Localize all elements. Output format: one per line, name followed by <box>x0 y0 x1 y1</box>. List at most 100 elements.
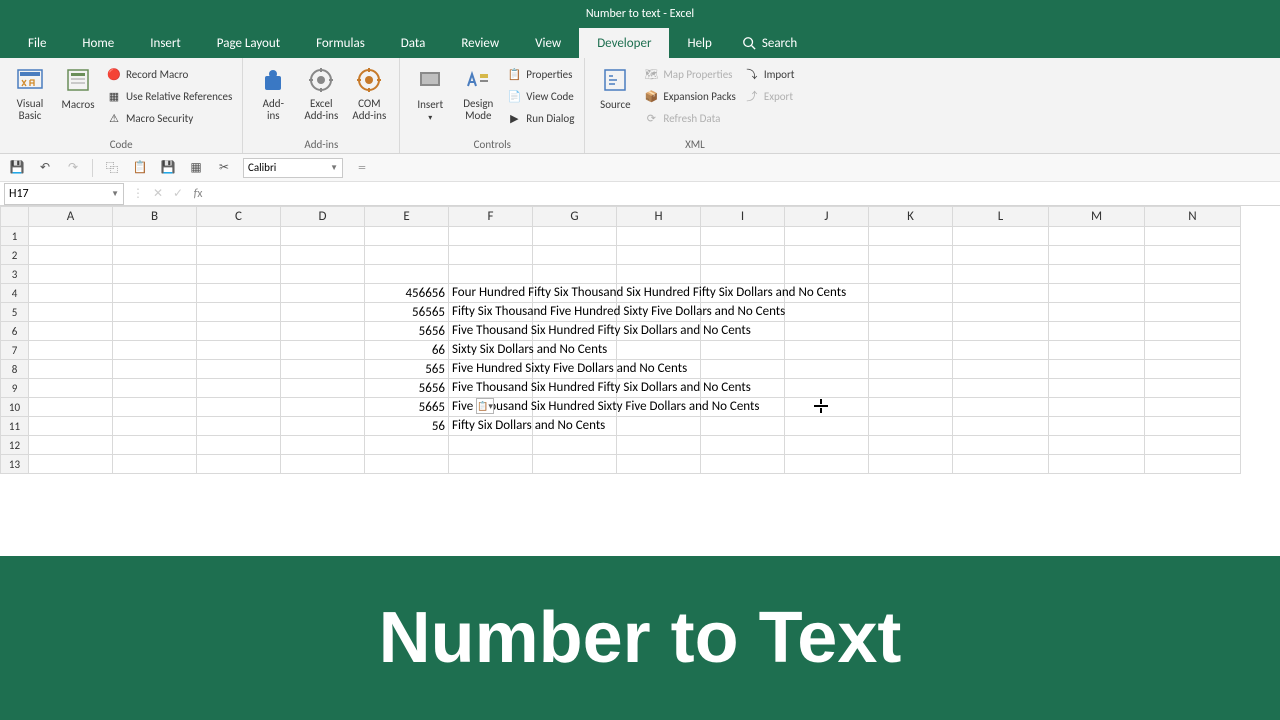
cell-J10[interactable] <box>785 398 869 417</box>
cell-H1[interactable] <box>617 227 701 246</box>
design-mode-button[interactable]: Design Mode <box>456 60 500 122</box>
col-header-M[interactable]: M <box>1049 207 1145 227</box>
cell-I13[interactable] <box>701 455 785 474</box>
cell-E7[interactable]: 66 <box>365 341 449 360</box>
cell-E8[interactable]: 565 <box>365 360 449 379</box>
col-header-C[interactable]: C <box>197 207 281 227</box>
cell-M13[interactable] <box>1049 455 1145 474</box>
cell-A4[interactable] <box>29 284 113 303</box>
cell-D9[interactable] <box>281 379 365 398</box>
select-all-corner[interactable] <box>1 207 29 227</box>
cell-K5[interactable] <box>869 303 953 322</box>
cell-A1[interactable] <box>29 227 113 246</box>
cell-J1[interactable] <box>785 227 869 246</box>
cell-M12[interactable] <box>1049 436 1145 455</box>
cell-C6[interactable] <box>197 322 281 341</box>
view-code-button[interactable]: 📄View Code <box>504 86 576 106</box>
cell-K12[interactable] <box>869 436 953 455</box>
addins-button[interactable]: Add- ins <box>251 60 295 122</box>
cell-H7[interactable] <box>617 341 701 360</box>
cell-E12[interactable] <box>365 436 449 455</box>
row-header-8[interactable]: 8 <box>1 360 29 379</box>
insert-control-button[interactable]: Insert▾ <box>408 60 452 123</box>
row-header-13[interactable]: 13 <box>1 455 29 474</box>
cell-L9[interactable] <box>953 379 1049 398</box>
cell-L7[interactable] <box>953 341 1049 360</box>
cell-E11[interactable]: 56 <box>365 417 449 436</box>
cell-E3[interactable] <box>365 265 449 284</box>
cell-D10[interactable] <box>281 398 365 417</box>
cell-N1[interactable] <box>1145 227 1241 246</box>
cell-M10[interactable] <box>1049 398 1145 417</box>
tab-view[interactable]: View <box>517 28 579 58</box>
cell-K3[interactable] <box>869 265 953 284</box>
cell-A5[interactable] <box>29 303 113 322</box>
font-selector[interactable]: Calibri ▼ <box>243 158 343 178</box>
cell-N11[interactable] <box>1145 417 1241 436</box>
tab-file[interactable]: File <box>10 28 64 58</box>
row-header-9[interactable]: 9 <box>1 379 29 398</box>
col-header-D[interactable]: D <box>281 207 365 227</box>
cell-N4[interactable] <box>1145 284 1241 303</box>
cell-I8[interactable] <box>701 360 785 379</box>
cell-A10[interactable] <box>29 398 113 417</box>
col-header-B[interactable]: B <box>113 207 197 227</box>
row-header-4[interactable]: 4 <box>1 284 29 303</box>
row-header-3[interactable]: 3 <box>1 265 29 284</box>
cell-A13[interactable] <box>29 455 113 474</box>
cell-D7[interactable] <box>281 341 365 360</box>
cell-J13[interactable] <box>785 455 869 474</box>
tab-page-layout[interactable]: Page Layout <box>199 28 298 58</box>
cell-C5[interactable] <box>197 303 281 322</box>
cell-N3[interactable] <box>1145 265 1241 284</box>
row-header-6[interactable]: 6 <box>1 322 29 341</box>
col-header-A[interactable]: A <box>29 207 113 227</box>
cell-D1[interactable] <box>281 227 365 246</box>
cell-C7[interactable] <box>197 341 281 360</box>
cell-D11[interactable] <box>281 417 365 436</box>
cell-J8[interactable] <box>785 360 869 379</box>
cell-F7[interactable]: Sixty Six Dollars and No Cents <box>449 341 533 360</box>
cell-E13[interactable] <box>365 455 449 474</box>
paste-button[interactable]: 📋 <box>131 159 149 177</box>
undo-button[interactable]: ↶ <box>36 159 54 177</box>
search-button[interactable]: Search <box>730 28 809 58</box>
tab-review[interactable]: Review <box>443 28 517 58</box>
cell-H11[interactable] <box>617 417 701 436</box>
cell-L11[interactable] <box>953 417 1049 436</box>
cell-F3[interactable] <box>449 265 533 284</box>
cell-C2[interactable] <box>197 246 281 265</box>
row-header-5[interactable]: 5 <box>1 303 29 322</box>
cell-N12[interactable] <box>1145 436 1241 455</box>
cell-E2[interactable] <box>365 246 449 265</box>
properties-button[interactable]: 📋Properties <box>504 64 576 84</box>
cell-M5[interactable] <box>1049 303 1145 322</box>
cell-F12[interactable] <box>449 436 533 455</box>
tab-formulas[interactable]: Formulas <box>298 28 383 58</box>
cell-B6[interactable] <box>113 322 197 341</box>
row-header-10[interactable]: 10 <box>1 398 29 417</box>
cell-B7[interactable] <box>113 341 197 360</box>
cell-M4[interactable] <box>1049 284 1145 303</box>
col-header-I[interactable]: I <box>701 207 785 227</box>
cell-L5[interactable] <box>953 303 1049 322</box>
cell-L12[interactable] <box>953 436 1049 455</box>
cell-G3[interactable] <box>533 265 617 284</box>
col-header-E[interactable]: E <box>365 207 449 227</box>
cell-K2[interactable] <box>869 246 953 265</box>
cell-H2[interactable] <box>617 246 701 265</box>
cell-E9[interactable]: 5656 <box>365 379 449 398</box>
cell-K8[interactable] <box>869 360 953 379</box>
cell-I11[interactable] <box>701 417 785 436</box>
cell-M8[interactable] <box>1049 360 1145 379</box>
cell-N10[interactable] <box>1145 398 1241 417</box>
tab-insert[interactable]: Insert <box>132 28 199 58</box>
cell-M9[interactable] <box>1049 379 1145 398</box>
cell-D2[interactable] <box>281 246 365 265</box>
cell-J3[interactable] <box>785 265 869 284</box>
macros-button[interactable]: Macros <box>56 60 100 111</box>
cut-button[interactable]: ✂ <box>215 159 233 177</box>
tab-developer[interactable]: Developer <box>579 28 669 58</box>
qat-customize[interactable]: ＝ <box>353 159 371 177</box>
enter-icon[interactable]: ✓ <box>168 186 188 201</box>
